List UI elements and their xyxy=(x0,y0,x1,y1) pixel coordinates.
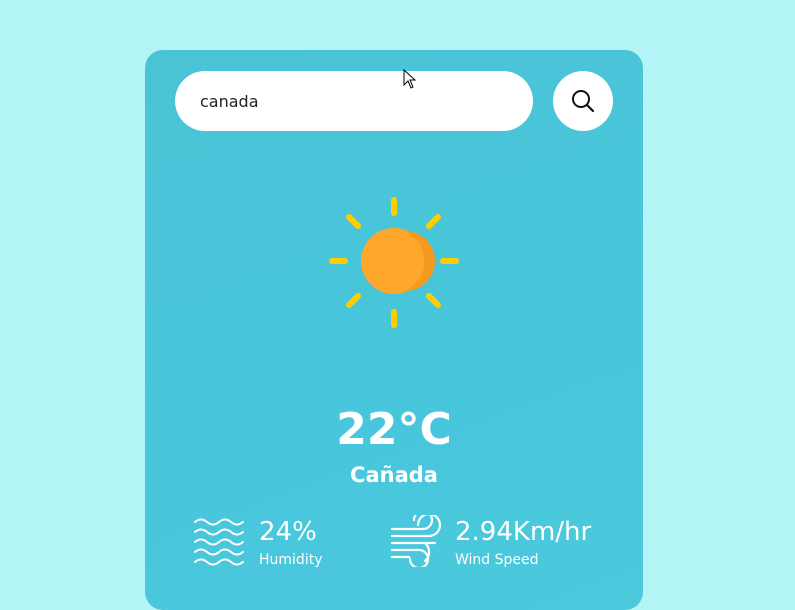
city-name: Cañada xyxy=(350,463,438,487)
humidity-label: Humidity xyxy=(259,552,323,568)
waves-icon xyxy=(194,518,244,566)
sun-icon xyxy=(329,197,459,328)
wind-detail: 2.94Km/hr Wind Speed xyxy=(389,515,591,569)
mouse-cursor-icon xyxy=(403,69,417,89)
wind-icon xyxy=(390,515,442,567)
search-button[interactable] xyxy=(553,71,613,131)
temperature: 22°C xyxy=(336,404,452,455)
weather-card: 22°C Cañada 24% Humidity xyxy=(145,50,643,610)
wind-label: Wind Speed xyxy=(455,552,539,568)
humidity-detail: 24% Humidity xyxy=(193,515,322,569)
humidity-value: 24% xyxy=(259,517,317,547)
search-icon xyxy=(572,90,595,113)
search-input[interactable] xyxy=(175,71,533,131)
humidity-text: 24% Humidity xyxy=(259,515,322,569)
wind-text: 2.94Km/hr Wind Speed xyxy=(455,515,591,569)
wind-value: 2.94Km/hr xyxy=(455,517,592,547)
